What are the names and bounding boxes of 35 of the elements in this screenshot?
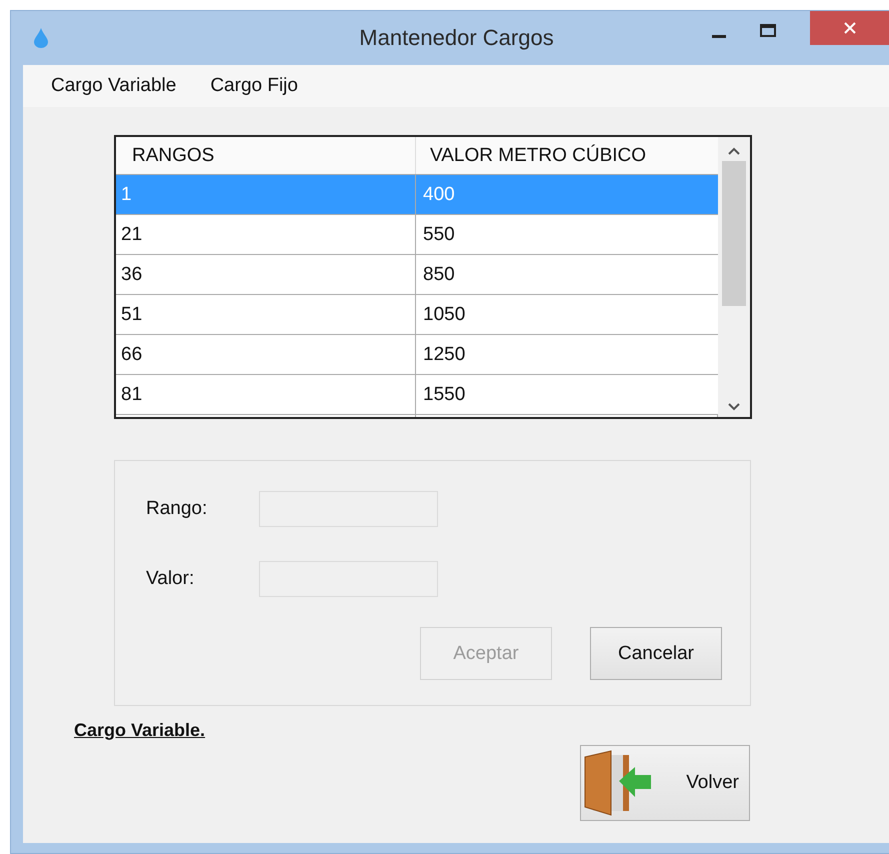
- table-row[interactable]: 36 850: [116, 255, 718, 295]
- table-cell: 21: [116, 215, 416, 254]
- table-row[interactable]: 51 1050: [116, 295, 718, 335]
- table-cell-text: 550: [422, 222, 456, 246]
- field-label: Rango:: [146, 498, 208, 520]
- close-button[interactable]: [810, 11, 889, 45]
- back-button[interactable]: Volver: [580, 745, 750, 821]
- scroll-down-icon[interactable]: [728, 403, 740, 411]
- table-cell: 1: [116, 175, 416, 214]
- minimize-icon[interactable]: [712, 35, 726, 39]
- table-row[interactable]: 81 1550: [116, 375, 718, 415]
- menu-item[interactable]: Cargo Fijo: [210, 75, 298, 97]
- menu-item[interactable]: Cargo Variable: [51, 75, 176, 97]
- table-cell-text: 400: [422, 182, 456, 206]
- table-cell-text: 1050: [422, 302, 466, 326]
- section-label: Cargo Variable.: [74, 720, 206, 741]
- table-cell: 81: [116, 375, 416, 414]
- table-cell-text: 1250: [422, 342, 466, 366]
- table-cell: 66: [116, 335, 416, 374]
- table-cell-text: 850: [422, 262, 456, 286]
- table-row[interactable]: 66 1250: [116, 335, 718, 375]
- column-header[interactable]: VALOR METRO CÚBICO: [416, 137, 718, 174]
- maximize-icon[interactable]: [760, 24, 776, 37]
- table-cell: 36: [116, 255, 416, 294]
- table-cell: 51: [116, 295, 416, 334]
- water-drop-icon: [34, 28, 48, 48]
- field-label: Valor:: [146, 568, 196, 590]
- column-header[interactable]: RANGOS: [116, 137, 416, 174]
- close-icon: [844, 22, 856, 34]
- table-row[interactable]: 21 550: [116, 215, 718, 255]
- scrollbar-thumb[interactable]: [722, 161, 746, 306]
- table-cell-text: 1550: [422, 382, 466, 406]
- form-button[interactable]: Cancelar: [590, 627, 722, 680]
- window-title: Mantenedor Cargos: [359, 25, 554, 51]
- scroll-up-icon[interactable]: [728, 147, 740, 155]
